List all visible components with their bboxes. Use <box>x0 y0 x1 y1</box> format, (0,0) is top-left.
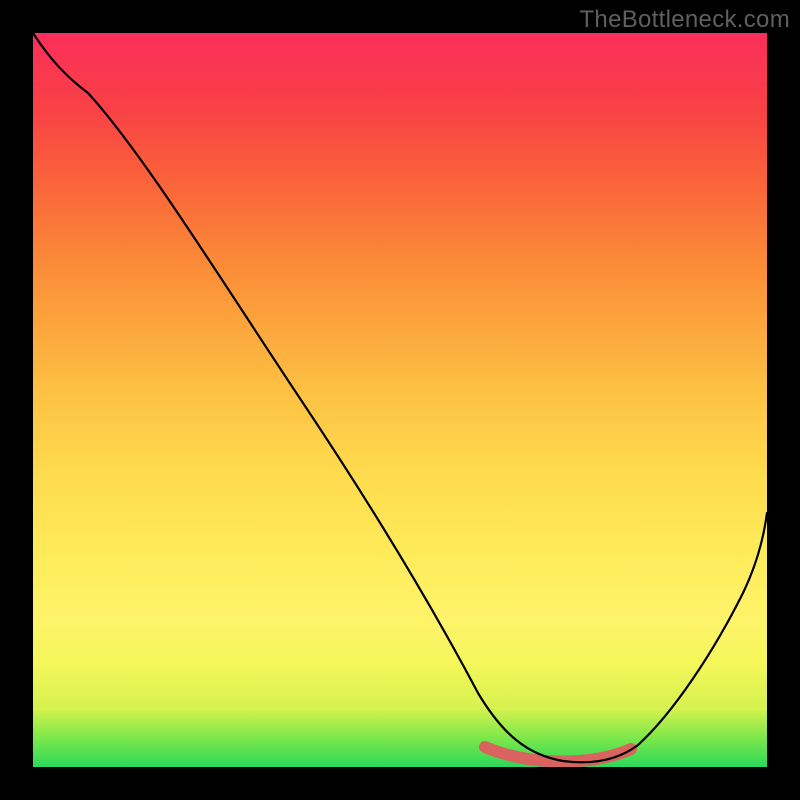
bottleneck-curve <box>33 33 767 767</box>
chart-frame: TheBottleneck.com <box>0 0 800 800</box>
plot-area <box>33 33 767 767</box>
watermark-text: TheBottleneck.com <box>579 6 790 34</box>
curve-path <box>33 33 767 762</box>
